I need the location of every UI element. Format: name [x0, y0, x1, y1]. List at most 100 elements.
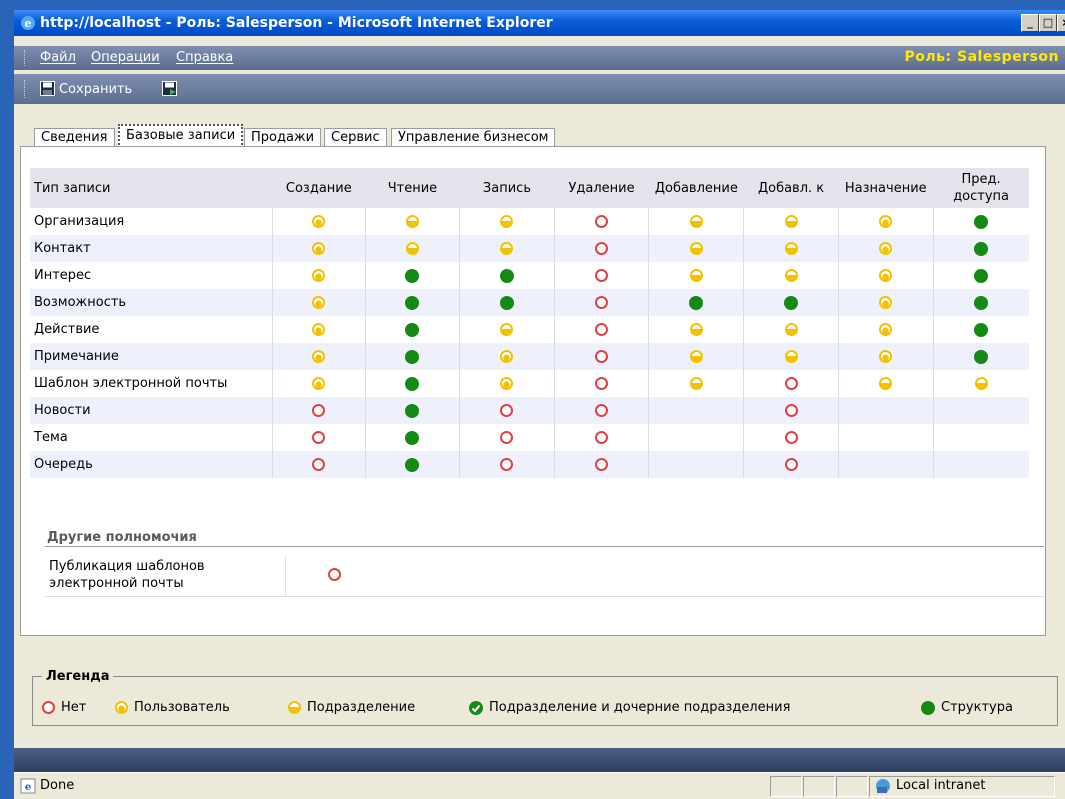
privilege-cell[interactable]: [743, 235, 839, 262]
privilege-none-icon[interactable]: [595, 404, 609, 417]
privilege-cell[interactable]: [743, 424, 839, 451]
privilege-none-icon[interactable]: [595, 377, 609, 390]
privilege-cell[interactable]: [271, 424, 366, 451]
privilege-user-icon[interactable]: [879, 350, 893, 363]
privilege-cell[interactable]: [271, 208, 366, 235]
privilege-cell[interactable]: [837, 208, 934, 235]
tab-base-records[interactable]: Базовые записи: [118, 124, 244, 148]
privilege-none-icon[interactable]: [595, 323, 609, 336]
privilege-cell[interactable]: [743, 289, 839, 316]
privilege-cell[interactable]: [271, 451, 366, 478]
privilege-cell[interactable]: [648, 370, 744, 397]
privilege-business-unit-icon[interactable]: [500, 242, 514, 255]
privilege-cell[interactable]: [743, 370, 839, 397]
privilege-cell[interactable]: [743, 451, 839, 478]
privilege-cell[interactable]: [553, 397, 649, 424]
privilege-cell[interactable]: [364, 424, 460, 451]
privilege-business-unit-icon[interactable]: [689, 215, 703, 228]
privilege-cell[interactable]: [364, 397, 460, 424]
privilege-none-icon[interactable]: [595, 431, 609, 444]
privilege-cell[interactable]: [271, 343, 366, 370]
privilege-business-unit-icon[interactable]: [784, 323, 798, 336]
privilege-cell[interactable]: [364, 208, 460, 235]
privilege-business-unit-icon[interactable]: [689, 350, 703, 363]
privilege-cell[interactable]: [459, 397, 555, 424]
privilege-organization-icon[interactable]: [974, 349, 989, 364]
privilege-cell[interactable]: [743, 316, 839, 343]
privilege-cell[interactable]: [932, 262, 1029, 289]
privilege-none-icon[interactable]: [595, 215, 609, 228]
privilege-cell[interactable]: [553, 343, 649, 370]
privilege-organization-icon[interactable]: [974, 268, 989, 283]
privilege-cell[interactable]: [271, 370, 366, 397]
privilege-user-icon[interactable]: [312, 269, 326, 282]
privilege-cell[interactable]: [364, 370, 460, 397]
privilege-cell[interactable]: [271, 262, 366, 289]
privilege-cell[interactable]: [837, 343, 934, 370]
privilege-cell[interactable]: [837, 235, 934, 262]
tab-business-management[interactable]: Управление бизнесом: [391, 128, 556, 147]
privilege-organization-icon[interactable]: [405, 376, 420, 391]
privilege-user-icon[interactable]: [312, 296, 326, 309]
privilege-cell[interactable]: [271, 316, 366, 343]
privilege-user-icon[interactable]: [312, 350, 326, 363]
privilege-cell[interactable]: [743, 397, 839, 424]
privilege-cell[interactable]: [648, 343, 744, 370]
privilege-cell[interactable]: [553, 316, 649, 343]
privilege-cell[interactable]: [932, 235, 1029, 262]
save-button[interactable]: Сохранить: [40, 81, 132, 97]
privilege-business-unit-icon[interactable]: [689, 323, 703, 336]
privilege-user-icon[interactable]: [312, 323, 326, 336]
privilege-business-unit-icon[interactable]: [405, 215, 419, 228]
privilege-none-icon[interactable]: [784, 458, 798, 471]
privilege-cell[interactable]: [932, 316, 1029, 343]
privilege-cell[interactable]: [553, 235, 649, 262]
privilege-business-unit-icon[interactable]: [784, 215, 798, 228]
privilege-cell[interactable]: [271, 289, 366, 316]
save-and-close-button[interactable]: [162, 81, 178, 100]
privilege-business-unit-icon[interactable]: [405, 242, 419, 255]
privilege-cell[interactable]: [932, 208, 1029, 235]
privilege-cell[interactable]: [459, 424, 555, 451]
privilege-cell[interactable]: [837, 370, 934, 397]
privilege-none-icon[interactable]: [784, 377, 798, 390]
privilege-user-icon[interactable]: [500, 350, 514, 363]
tab-info[interactable]: Сведения: [34, 128, 115, 147]
privilege-business-unit-icon[interactable]: [689, 242, 703, 255]
privilege-user-icon[interactable]: [312, 242, 326, 255]
privilege-none-icon[interactable]: [784, 431, 798, 444]
tab-service[interactable]: Сервис: [324, 128, 387, 147]
privilege-cell[interactable]: [648, 208, 744, 235]
privilege-cell[interactable]: [743, 343, 839, 370]
tab-sales[interactable]: Продажи: [244, 128, 322, 147]
privilege-none-icon[interactable]: [500, 458, 514, 471]
privilege-none-icon[interactable]: [312, 431, 326, 444]
privilege-organization-icon[interactable]: [405, 349, 420, 364]
privilege-cell[interactable]: [553, 370, 649, 397]
privilege-cell[interactable]: [837, 262, 934, 289]
privilege-none-icon[interactable]: [595, 296, 609, 309]
minimize-button[interactable]: _: [1021, 14, 1039, 32]
privilege-organization-icon[interactable]: [974, 241, 989, 256]
privilege-cell[interactable]: [459, 343, 555, 370]
privilege-organization-icon[interactable]: [405, 457, 420, 472]
privilege-cell[interactable]: [459, 451, 555, 478]
privilege-cell[interactable]: [364, 235, 460, 262]
privilege-cell[interactable]: [648, 262, 744, 289]
privilege-organization-icon[interactable]: [974, 322, 989, 337]
privilege-cell[interactable]: [743, 208, 839, 235]
privilege-none-icon[interactable]: [784, 404, 798, 417]
privilege-organization-icon[interactable]: [405, 322, 420, 337]
privilege-cell[interactable]: [743, 262, 839, 289]
privilege-cell[interactable]: [459, 289, 555, 316]
privilege-cell[interactable]: [648, 235, 744, 262]
privilege-user-icon[interactable]: [500, 377, 514, 390]
privilege-cell[interactable]: [364, 316, 460, 343]
privilege-user-icon[interactable]: [879, 269, 893, 282]
privilege-business-unit-icon[interactable]: [784, 350, 798, 363]
privilege-cell[interactable]: [553, 289, 649, 316]
privilege-cell[interactable]: [459, 235, 555, 262]
privilege-cell[interactable]: [837, 289, 934, 316]
privilege-cell[interactable]: [271, 235, 366, 262]
privilege-cell[interactable]: [932, 370, 1029, 397]
